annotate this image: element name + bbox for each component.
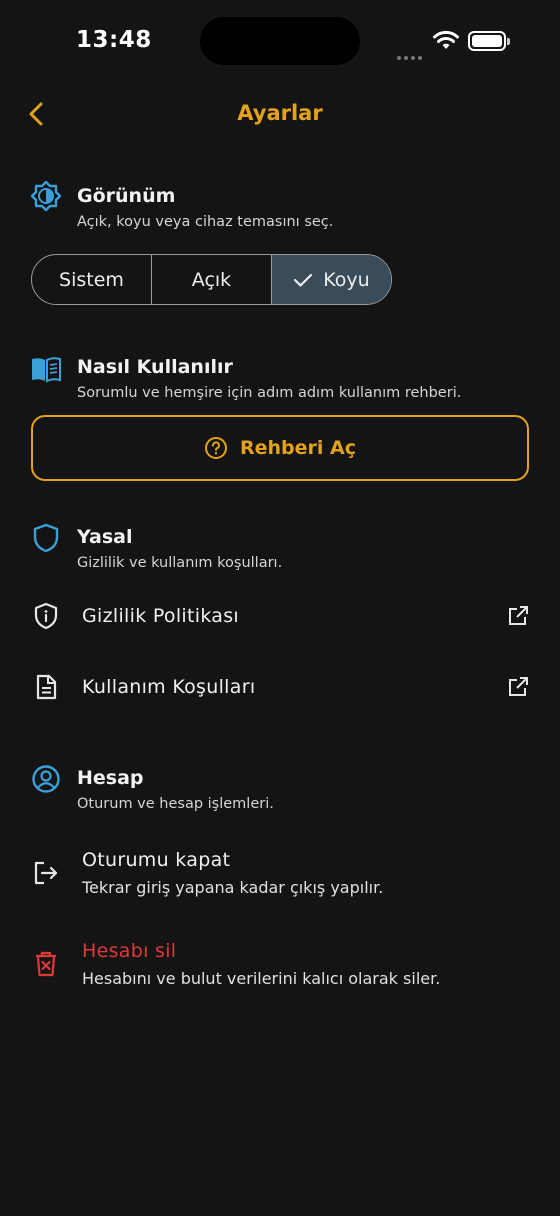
- trash-icon: [36, 951, 56, 977]
- external-link-icon: [509, 677, 528, 696]
- user-circle-icon: [32, 765, 60, 793]
- terms-of-use-row[interactable]: Kullanım Koşulları: [0, 661, 560, 713]
- check-icon: [293, 272, 313, 288]
- theme-option-label: Sistem: [59, 268, 124, 291]
- page-title: Ayarlar: [237, 101, 323, 125]
- shield-icon: [33, 523, 59, 553]
- delete-account-description: Hesabını ve bulut verilerini kalıcı olar…: [82, 969, 441, 988]
- wifi-icon: [433, 30, 459, 49]
- howto-subtitle: Sorumlu ve hemşire için adım adım kullan…: [77, 385, 462, 401]
- logout-icon: [34, 861, 58, 885]
- signal-icon: [397, 45, 425, 64]
- privacy-policy-row[interactable]: Gizlilik Politikası: [0, 590, 560, 642]
- appearance-subtitle: Açık, koyu veya cihaz temasını seç.: [77, 214, 334, 230]
- status-time: 13:48: [76, 27, 152, 53]
- dynamic-island: [200, 17, 360, 65]
- open-guide-label: Rehberi Aç: [240, 437, 356, 459]
- brightness-icon: [30, 180, 62, 212]
- info-shield-icon: [34, 602, 58, 630]
- theme-option-light[interactable]: Açık: [152, 255, 272, 304]
- theme-option-system[interactable]: Sistem: [32, 255, 152, 304]
- external-link-icon: [509, 606, 528, 625]
- battery-icon: [468, 31, 510, 51]
- account-title: Hesap: [77, 767, 144, 789]
- legal-subtitle: Gizlilik ve kullanım koşulları.: [77, 555, 283, 571]
- account-subtitle: Oturum ve hesap işlemleri.: [77, 796, 274, 812]
- help-circle-icon: [204, 436, 228, 460]
- logout-row[interactable]: Oturumu kapat Tekrar giriş yapana kadar …: [0, 845, 560, 905]
- delete-account-label: Hesabı sil: [82, 940, 177, 962]
- appearance-title: Görünüm: [77, 185, 176, 207]
- theme-segmented-control: Sistem Açık Koyu: [31, 254, 392, 305]
- logout-description: Tekrar giriş yapana kadar çıkış yapılır.: [82, 878, 384, 897]
- open-guide-button[interactable]: Rehberi Aç: [31, 415, 529, 481]
- howto-title: Nasıl Kullanılır: [77, 356, 233, 378]
- theme-option-label: Açık: [191, 268, 232, 291]
- book-icon: [32, 357, 61, 383]
- privacy-policy-label: Gizlilik Politikası: [82, 605, 240, 627]
- theme-option-label: Koyu: [323, 268, 370, 291]
- theme-option-dark[interactable]: Koyu: [272, 255, 391, 304]
- document-icon: [36, 674, 57, 700]
- status-bar: 13:48: [0, 0, 560, 84]
- terms-of-use-label: Kullanım Koşulları: [82, 676, 256, 698]
- logout-label: Oturumu kapat: [82, 849, 231, 871]
- legal-title: Yasal: [77, 526, 133, 548]
- delete-account-row[interactable]: Hesabı sil Hesabını ve bulut verilerini …: [0, 936, 560, 996]
